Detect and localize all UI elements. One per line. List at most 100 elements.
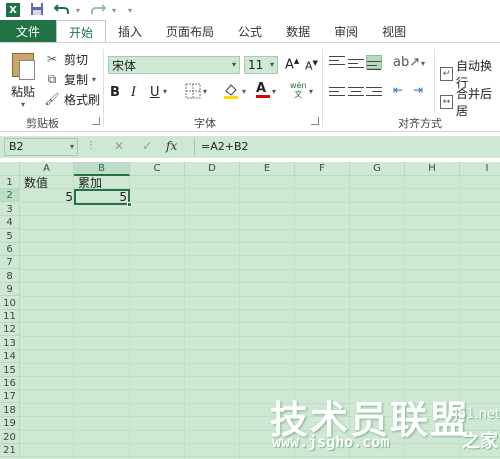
row-header-14[interactable]: 14	[0, 350, 20, 364]
decrease-indent-icon[interactable]: ⇤	[393, 83, 403, 97]
shrink-font-button[interactable]: A▼	[305, 59, 318, 73]
row-header-19[interactable]: 19	[0, 417, 20, 431]
tab-view[interactable]: 视图	[370, 20, 418, 42]
chevron-down-icon[interactable]: ▾	[232, 60, 236, 69]
row-header-6[interactable]: 6	[0, 243, 20, 256]
tab-formulas[interactable]: 公式	[226, 20, 274, 42]
row-header-7[interactable]: 7	[0, 256, 20, 270]
row-header-8[interactable]: 8	[0, 269, 20, 283]
clipboard-launcher-icon[interactable]	[92, 117, 100, 125]
column-header-f[interactable]: F	[295, 162, 350, 176]
font-size-combo[interactable]: 11 ▾	[244, 56, 278, 74]
top-align-icon[interactable]	[329, 56, 345, 70]
row-header-16[interactable]: 16	[0, 377, 20, 390]
row-header-3[interactable]: 3	[0, 202, 20, 216]
tab-file[interactable]: 文件	[0, 20, 56, 42]
row-header-17[interactable]: 17	[0, 390, 20, 404]
merge-icon: ↔	[440, 95, 453, 109]
column-header-g[interactable]: G	[350, 162, 405, 176]
font-name-combo[interactable]: 宋体 ▾	[108, 56, 240, 74]
fill-handle[interactable]	[127, 202, 132, 207]
cancel-icon[interactable]: ✕	[114, 139, 124, 153]
align-center-icon[interactable]	[348, 87, 364, 101]
column-header-c[interactable]: C	[130, 162, 185, 176]
customize-qat-icon[interactable]: ▾	[128, 6, 132, 15]
row-gridline	[20, 295, 500, 297]
chevron-down-icon[interactable]: ▾	[421, 59, 425, 68]
orientation-icon[interactable]: ab↗	[393, 55, 420, 70]
row-header-4[interactable]: 4	[0, 216, 20, 230]
formula-bar-grip-icon[interactable]: ⋮	[86, 140, 96, 151]
increase-indent-icon[interactable]: ⇥	[413, 83, 423, 97]
row-header-20[interactable]: 20	[0, 430, 20, 444]
tab-home[interactable]: 开始	[56, 20, 107, 43]
paste-label: 粘贴	[10, 85, 35, 99]
row-gridline	[20, 309, 500, 310]
grow-font-button[interactable]: A▲	[285, 57, 299, 72]
row-gridline	[20, 228, 500, 230]
row-header-5[interactable]: 5	[0, 229, 20, 243]
column-header-b[interactable]: B	[74, 162, 130, 176]
cell-a1[interactable]: 数值	[24, 177, 48, 190]
row-header-18[interactable]: 18	[0, 403, 20, 417]
column-header-i[interactable]: I	[460, 162, 500, 176]
bold-button[interactable]: B	[110, 85, 120, 100]
chevron-down-icon[interactable]: ▾	[309, 87, 313, 96]
column-gridline	[129, 176, 130, 459]
font-launcher-icon[interactable]	[311, 117, 319, 125]
tab-review[interactable]: 审阅	[322, 20, 370, 42]
undo-dropdown-icon[interactable]: ▾	[76, 6, 80, 15]
row-header-11[interactable]: 11	[0, 310, 20, 323]
name-box[interactable]: B2 ▾	[4, 138, 78, 156]
redo-dropdown-icon[interactable]: ▾	[112, 6, 116, 15]
insert-function-button[interactable]: fx	[166, 139, 177, 153]
bottom-align-icon[interactable]	[366, 55, 382, 70]
chevron-down-icon[interactable]: ▾	[242, 87, 246, 96]
column-header-h[interactable]: H	[405, 162, 460, 176]
row-header-1[interactable]: 1	[0, 176, 20, 189]
phonetic-guide-icon[interactable]: wén 文	[290, 81, 307, 99]
row-header-21[interactable]: 21	[0, 444, 20, 457]
row-header-10[interactable]: 10	[0, 296, 20, 310]
save-icon[interactable]	[30, 2, 44, 19]
format-painter-button[interactable]: 🖌 格式刷	[44, 89, 100, 109]
cut-button[interactable]: ✂ 剪切	[44, 49, 100, 69]
merge-center-button[interactable]: ↔ 合并后居	[440, 85, 500, 119]
column-header-d[interactable]: D	[185, 162, 240, 176]
chevron-down-icon[interactable]: ▾	[163, 87, 167, 96]
row-header-13[interactable]: 13	[0, 336, 20, 350]
tab-data[interactable]: 数据	[274, 20, 322, 42]
formula-input[interactable]: =A2+B2	[194, 138, 500, 156]
undo-icon[interactable]	[53, 2, 70, 19]
cell-a2[interactable]: 5	[22, 191, 73, 204]
chevron-down-icon[interactable]: ▾	[70, 139, 74, 155]
underline-button[interactable]: U	[150, 85, 160, 100]
row-header-12[interactable]: 12	[0, 323, 20, 337]
row-gridline	[20, 443, 500, 444]
italic-button[interactable]: I	[131, 85, 136, 100]
chevron-down-icon[interactable]: ▾	[270, 60, 274, 69]
tab-insert[interactable]: 插入	[106, 20, 154, 42]
chevron-down-icon[interactable]: ▾	[203, 87, 207, 96]
row-gridline	[20, 322, 500, 324]
chevron-down-icon[interactable]: ▾	[272, 87, 276, 96]
ribbon-home: 粘贴 ▾ ✂ 剪切 ⧉ 复制 ▾ 🖌 格式刷 剪贴板 宋体 ▾ 11 ▾ A▲ …	[0, 42, 500, 132]
borders-icon[interactable]	[185, 83, 201, 103]
copy-button[interactable]: ⧉ 复制 ▾	[44, 69, 100, 89]
column-header-e[interactable]: E	[240, 162, 295, 176]
middle-align-icon[interactable]	[348, 56, 364, 70]
align-right-icon[interactable]	[366, 87, 382, 101]
font-color-button[interactable]: A	[256, 81, 270, 98]
tab-page-layout[interactable]: 页面布局	[154, 20, 226, 42]
fill-color-icon[interactable]	[222, 82, 240, 104]
worksheet-grid[interactable]: ABCDEFGHI 1 2 3 4 5 6 7 8 9 10 11 12 13 14 15 16 17 18 19 2…	[0, 162, 500, 459]
row-header-15[interactable]: 15	[0, 363, 20, 377]
column-header-a[interactable]: A	[20, 162, 74, 176]
paste-button[interactable]: 粘贴 ▾	[6, 49, 40, 109]
redo-icon[interactable]	[90, 2, 107, 19]
align-left-icon[interactable]	[329, 87, 345, 101]
row-header-2[interactable]: 2	[0, 189, 20, 203]
enter-icon[interactable]: ✓	[142, 139, 152, 153]
row-header-9[interactable]: 9	[0, 283, 20, 297]
select-all-corner[interactable]	[0, 162, 20, 176]
